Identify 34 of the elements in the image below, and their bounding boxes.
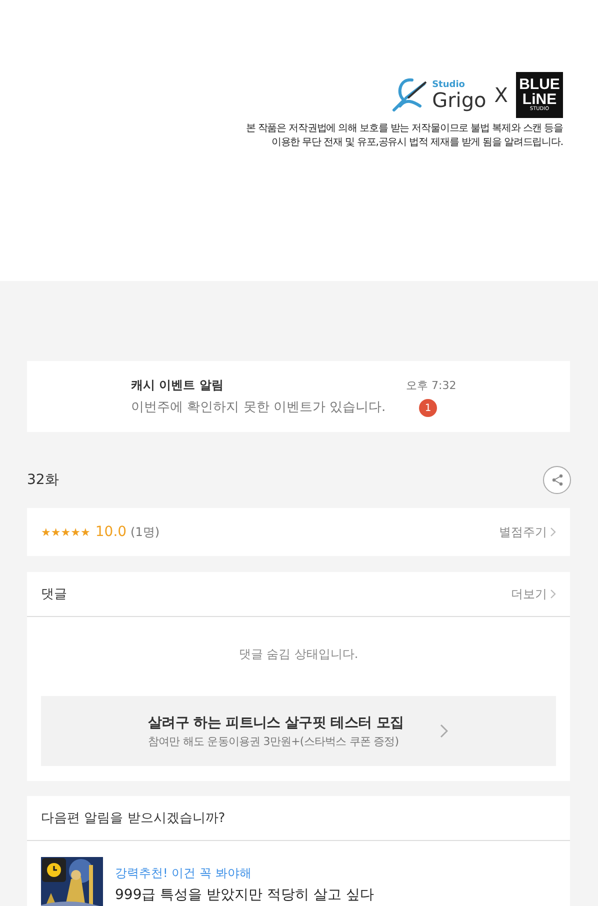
separator-text: X	[494, 83, 508, 107]
studio-label: Studio	[432, 80, 466, 90]
star-icon: ★	[60, 526, 71, 538]
pen-icon	[390, 76, 428, 114]
share-icon	[550, 473, 564, 487]
rating-count: (1명)	[130, 524, 160, 540]
ad-banner[interactable]: 살려구 하는 피트니스 살구핏 테스터 모집 참여만 해도 운동이용권 3만원+(스타벅스 쿠폰 증정)	[41, 696, 556, 766]
notification-time: 오후 7:32	[406, 378, 456, 393]
more-link[interactable]: 더보기	[511, 586, 556, 602]
ad-title: 살려구 하는 피트니스 살구핏 테스터 모집	[148, 714, 405, 732]
recommend-title[interactable]: 999급 특성을 받았지만 적당히 살고 싶다	[115, 886, 374, 904]
comments-title: 댓글	[41, 586, 67, 603]
rate-link[interactable]: 별점주기	[499, 524, 556, 540]
star-icon: ★	[50, 526, 61, 538]
comments-status: 댓글 숨김 상태입니다.	[238, 646, 360, 661]
clock-icon	[42, 858, 66, 882]
share-button[interactable]	[543, 466, 571, 494]
star-icon: ★	[41, 526, 51, 538]
notification-title: 캐시 이벤트 알림	[131, 377, 224, 394]
episode-title: 32화	[27, 471, 59, 489]
recommend-tag: 강력추천! 이건 꼭 봐야해	[115, 865, 374, 882]
rating-score: 10.0	[95, 524, 127, 540]
star-icon: ★	[80, 526, 90, 538]
copyright-notice: 이용한 무단 전재 및 유포,공유시 법적 제재를 받게 됨을 알려드립니다.	[270, 136, 563, 150]
notification-message: 이번주에 확인하지 못한 이벤트가 있습니다.	[131, 399, 387, 416]
chevron-icon	[550, 527, 556, 537]
chevron-icon	[440, 724, 448, 738]
subscribe-question[interactable]: 다음편 알림을 받으시겠습니까?	[27, 796, 570, 841]
studio-name: Grigo	[432, 90, 486, 110]
count-badge: 1	[419, 399, 438, 417]
star-icon: ★	[70, 526, 80, 538]
copyright-notice: 본 작품은 저작권법에 의해 보호를 받는 저작물이므로 불법 복제와 스캔 등을	[246, 122, 563, 136]
ad-subtitle: 참여만 해도 운동이용권 3만원+(스타벅스 쿠폰 증정)	[148, 734, 400, 748]
chevron-icon	[550, 589, 556, 599]
